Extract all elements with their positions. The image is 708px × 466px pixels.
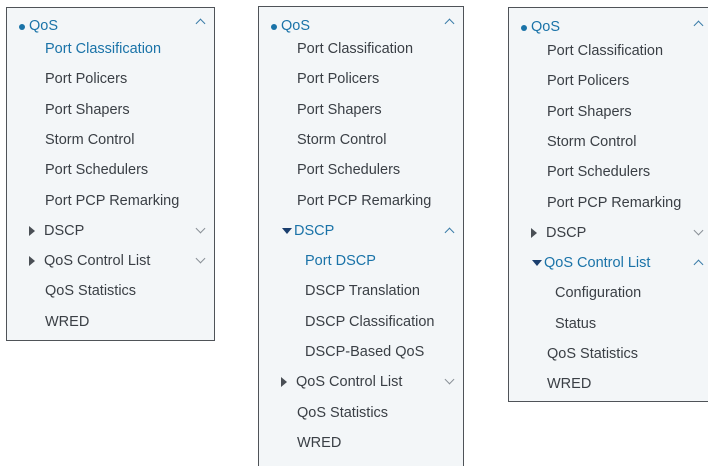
- menu-item-label: Port PCP Remarking: [45, 193, 180, 209]
- menu-item-wred[interactable]: WRED: [7, 309, 214, 335]
- menu-item-label: QoS Control List: [296, 374, 403, 390]
- caret-right-icon: [29, 256, 35, 266]
- menu-item-port-pcp-remarking[interactable]: Port PCP Remarking: [7, 188, 214, 214]
- menu-item-label: DSCP: [44, 223, 85, 239]
- menu-item-label: Port Policers: [297, 71, 380, 87]
- menu-item-label: Storm Control: [45, 132, 135, 148]
- menu-item-label: Port PCP Remarking: [297, 193, 432, 209]
- menu-item-storm-control[interactable]: Storm Control: [259, 127, 463, 153]
- menu-item-label: QoS Control List: [44, 253, 151, 269]
- menu-item-label: Port Shapers: [547, 104, 632, 120]
- menu-item-label: Port Classification: [297, 41, 414, 57]
- chevron-up-icon: [693, 20, 704, 31]
- caret-down-icon: [532, 260, 542, 266]
- menu-item-port-policers[interactable]: Port Policers: [509, 68, 708, 94]
- menu-item-storm-control[interactable]: Storm Control: [7, 127, 214, 153]
- menu-subitem-configuration[interactable]: Configuration: [509, 280, 708, 306]
- menu-group-qos-control-list[interactable]: QoS Control List: [509, 250, 708, 276]
- menu-item-label: DSCP: [294, 223, 335, 239]
- menu-subitem-dscp-translation[interactable]: DSCP Translation: [259, 278, 463, 304]
- qos-menu-panel-1: QoS Port Classification Port Policers Port …: [6, 7, 215, 341]
- menu-item-label: QoS Statistics: [45, 283, 137, 299]
- menu-item-label: WRED: [547, 376, 592, 392]
- menu-group-dscp[interactable]: DSCP: [259, 218, 463, 244]
- menu-group-qos-control-list[interactable]: QoS Control List: [259, 369, 463, 395]
- menu-item-label: Storm Control: [547, 134, 637, 150]
- menu-item-label: Port Shapers: [45, 102, 130, 118]
- menu-item-label: Configuration: [555, 285, 642, 301]
- menu-item-port-shapers[interactable]: Port Shapers: [509, 99, 708, 125]
- menu-subitem-dscp-based-qos[interactable]: DSCP-Based QoS: [259, 339, 463, 365]
- menu-item-wred[interactable]: WRED: [509, 371, 708, 397]
- chevron-down-icon: [693, 225, 704, 236]
- menu-subitem-status[interactable]: Status: [509, 311, 708, 337]
- menu-item-storm-control[interactable]: Storm Control: [509, 129, 708, 155]
- menu-item-qos-statistics[interactable]: QoS Statistics: [509, 341, 708, 367]
- menu-group-dscp[interactable]: DSCP: [509, 220, 708, 246]
- chevron-up-icon: [444, 18, 455, 29]
- menu-item-label: Port Shapers: [297, 102, 382, 118]
- menu-item-label: DSCP: [546, 225, 587, 241]
- menu-item-label: WRED: [297, 435, 342, 451]
- menu-item-label: DSCP-Based QoS: [305, 344, 425, 360]
- menu-item-label: DSCP Classification: [305, 314, 435, 330]
- menu-item-label: QoS: [531, 19, 561, 35]
- menu-item-label: Port Schedulers: [297, 162, 401, 178]
- menu-item-port-classification[interactable]: Port Classification: [7, 36, 214, 62]
- menu-item-label: Status: [555, 316, 597, 332]
- menu-item-label: DSCP Translation: [305, 283, 420, 299]
- menu-item-label: QoS Statistics: [297, 405, 389, 421]
- menu-item-port-schedulers[interactable]: Port Schedulers: [259, 157, 463, 183]
- menu-subitem-dscp-classification[interactable]: DSCP Classification: [259, 309, 463, 335]
- menu-item-port-shapers[interactable]: Port Shapers: [7, 97, 214, 123]
- menu-item-label: QoS Control List: [544, 255, 651, 271]
- menu-item-label: Port Policers: [45, 71, 128, 87]
- caret-right-icon: [29, 226, 35, 236]
- qos-menu-panel-3: QoS Port Classification Port Policers Port …: [508, 7, 708, 402]
- menu-item-wred[interactable]: WRED: [259, 430, 463, 456]
- menu-item-port-schedulers[interactable]: Port Schedulers: [7, 157, 214, 183]
- bullet-dot-icon: [271, 24, 277, 30]
- menu-item-port-shapers[interactable]: Port Shapers: [259, 97, 463, 123]
- qos-menu-panel-2: QoS Port Classification Port Policers Port …: [258, 6, 464, 466]
- menu-item-label: Port Classification: [547, 43, 664, 59]
- caret-down-icon: [282, 228, 292, 234]
- menu-item-label: WRED: [45, 314, 90, 330]
- menu-item-port-classification[interactable]: Port Classification: [259, 36, 463, 62]
- chevron-up-icon: [195, 18, 206, 29]
- menu-item-label: QoS Statistics: [547, 346, 639, 362]
- menu-item-label: Port Policers: [547, 73, 630, 89]
- menu-item-label: Port DSCP: [305, 253, 376, 269]
- chevron-down-icon: [195, 223, 206, 234]
- menu-item-label: Port Classification: [45, 41, 162, 57]
- menu-subitem-port-dscp[interactable]: Port DSCP: [259, 248, 463, 274]
- menu-item-label: Port PCP Remarking: [547, 195, 682, 211]
- menu-item-port-policers[interactable]: Port Policers: [259, 66, 463, 92]
- menu-group-dscp[interactable]: DSCP: [7, 218, 214, 244]
- menu-item-qos-statistics[interactable]: QoS Statistics: [259, 400, 463, 426]
- menu-item-port-schedulers[interactable]: Port Schedulers: [509, 159, 708, 185]
- menu-group-qos-control-list[interactable]: QoS Control List: [7, 248, 214, 274]
- menu-item-port-classification[interactable]: Port Classification: [509, 38, 708, 64]
- menu-item-port-pcp-remarking[interactable]: Port PCP Remarking: [509, 190, 708, 216]
- menu-item-label: Storm Control: [297, 132, 387, 148]
- bullet-dot-icon: [19, 24, 25, 30]
- caret-right-icon: [531, 228, 537, 238]
- bullet-dot-icon: [521, 25, 527, 31]
- menu-item-label: Port Schedulers: [45, 162, 149, 178]
- caret-right-icon: [281, 377, 287, 387]
- chevron-up-icon: [444, 227, 455, 238]
- menu-item-port-pcp-remarking[interactable]: Port PCP Remarking: [259, 188, 463, 214]
- menu-item-qos-statistics[interactable]: QoS Statistics: [7, 278, 214, 304]
- menu-item-label: Port Schedulers: [547, 164, 651, 180]
- menu-root-qos[interactable]: QoS: [509, 14, 708, 40]
- chevron-up-icon: [693, 259, 704, 270]
- chevron-down-icon: [444, 374, 455, 385]
- menu-item-port-policers[interactable]: Port Policers: [7, 66, 214, 92]
- chevron-down-icon: [195, 253, 206, 264]
